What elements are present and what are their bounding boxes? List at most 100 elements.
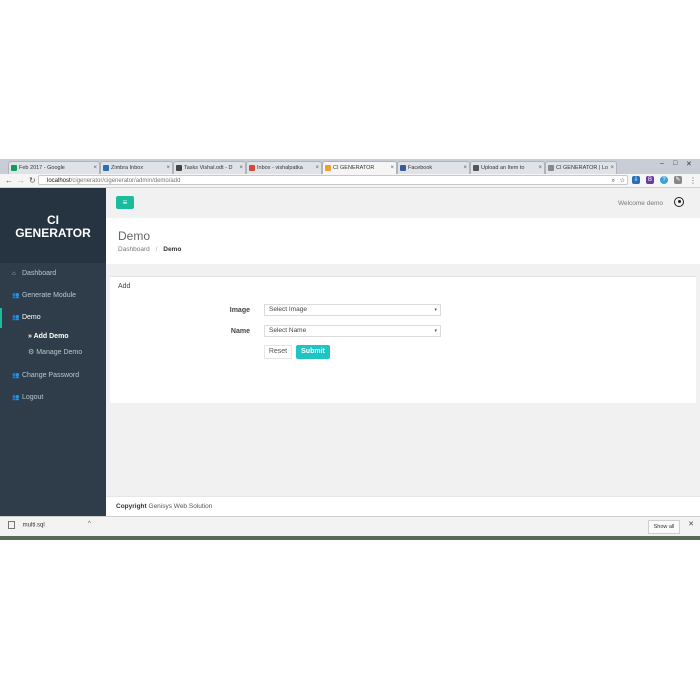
forward-arrow-icon[interactable]: → <box>17 175 25 186</box>
page-title: Demo <box>118 229 151 243</box>
download-filename: multi.sql <box>22 522 45 529</box>
image-select[interactable]: Select Image ▾ <box>264 304 441 316</box>
brand-line2: GENERATOR <box>15 226 91 240</box>
chevron-down-icon: ▾ <box>434 328 437 334</box>
hamburger-icon: ≡ <box>122 198 128 207</box>
tab-label: CI GENERATOR <box>333 165 375 171</box>
browser-tab-4[interactable]: Inbox - vishalpatka × <box>246 161 322 174</box>
sidebar-item-label: Dashboard <box>21 270 57 277</box>
browser-tab-7[interactable]: Upload an Item to × <box>470 161 545 174</box>
reload-icon[interactable]: ↻ <box>29 175 36 186</box>
name-label: Name <box>230 328 250 335</box>
close-icon[interactable]: × <box>390 162 394 174</box>
name-select-value: Select Name <box>269 327 307 334</box>
sidebar-subitem-add-demo[interactable]: » Add Demo <box>0 330 106 344</box>
zoom-icon[interactable]: ⌕ <box>612 176 615 186</box>
browser-tab-1[interactable]: Feb 2017 - Google × <box>8 161 100 174</box>
sidebar: CI GENERATOR ⌂ Dashboard 👥 Generate Modu… <box>0 188 106 516</box>
ext-help-icon[interactable]: ? <box>660 176 668 184</box>
show-all-button[interactable]: Show all <box>648 520 680 534</box>
facebook-icon <box>400 165 406 171</box>
browser-tab-bar: Feb 2017 - Google × Zimbra Inbox × Tasks… <box>0 159 700 174</box>
back-arrow-icon[interactable]: ← <box>5 175 13 186</box>
copyright-label: Copyright <box>116 503 147 510</box>
sidebar-item-demo[interactable]: 👥 Demo <box>0 308 106 328</box>
breadcrumb: Dashboard / Demo <box>118 246 181 253</box>
browser-tab-5-active[interactable]: CI GENERATOR × <box>322 161 397 174</box>
address-bar[interactable]: localhost/cigenerator/cigenerator/admin/… <box>38 175 628 185</box>
breadcrumb-current: Demo <box>163 246 182 253</box>
close-icon[interactable]: × <box>166 162 170 174</box>
breadcrumb-separator: / <box>155 246 158 253</box>
tab-label: CI GENERATOR | Lo <box>556 165 608 171</box>
sidebar-item-generate-module[interactable]: 👥 Generate Module <box>0 286 106 306</box>
sidebar-item-dashboard[interactable]: ⌂ Dashboard <box>0 264 106 284</box>
tab-label: Facebook <box>408 165 433 171</box>
sidebar-subitem-label: » Add Demo <box>28 333 69 340</box>
ci-generator-icon <box>325 165 331 171</box>
page-icon <box>548 165 554 171</box>
tab-label: Inbox - vishalpatka <box>257 165 303 171</box>
bookmark-star-icon[interactable]: ☆ <box>620 176 625 186</box>
upload-icon <box>473 165 479 171</box>
sidebar-item-label: Logout <box>21 394 44 401</box>
users-icon: 👥 <box>12 315 20 321</box>
name-select[interactable]: Select Name ▾ <box>264 325 441 337</box>
close-icon[interactable]: ✕ <box>688 520 694 528</box>
image-select-value: Select Image <box>269 306 307 313</box>
downloads-bar: multi.sql ^ Show all ✕ <box>0 516 700 537</box>
sidebar-item-label: Generate Module <box>21 292 77 299</box>
add-form-card: Add Image Select Image ▾ Name Select Nam… <box>110 276 696 403</box>
window-close-icon[interactable]: ✕ <box>686 160 692 168</box>
tab-label: Upload an Item to <box>481 165 525 171</box>
close-icon[interactable]: × <box>315 162 319 174</box>
image-label: Image <box>229 307 250 314</box>
home-icon: ⌂ <box>12 271 16 277</box>
chevron-up-icon[interactable]: ^ <box>88 521 91 527</box>
browser-tab-2[interactable]: Zimbra Inbox × <box>100 161 173 174</box>
close-icon[interactable]: × <box>239 162 243 174</box>
close-icon[interactable]: × <box>463 162 467 174</box>
gmail-icon <box>249 165 255 171</box>
menu-toggle-button[interactable]: ≡ <box>116 196 134 209</box>
brand-logo: CI GENERATOR <box>0 188 106 263</box>
browser-tab-8[interactable]: CI GENERATOR | Lo × <box>545 161 617 174</box>
breadcrumb-dashboard[interactable]: Dashboard <box>118 246 150 253</box>
browser-tab-6[interactable]: Facebook × <box>397 161 470 174</box>
sidebar-subitem-manage-demo[interactable]: ⚙ Manage Demo <box>0 346 106 360</box>
sheets-icon <box>11 165 17 171</box>
welcome-text: Welcome demo <box>617 200 663 207</box>
document-icon <box>176 165 182 171</box>
users-icon: 👥 <box>12 293 20 299</box>
page-footer: Copyright Genisys Web Solution <box>106 496 700 516</box>
download-item[interactable]: multi.sql <box>8 521 45 529</box>
card-title: Add <box>118 283 131 290</box>
submit-button[interactable]: Submit <box>296 345 330 359</box>
url-path: /cigenerator/cigenerator/admin/demo/add <box>70 178 181 184</box>
user-account-icon[interactable] <box>674 197 684 207</box>
sidebar-item-label: Change Password <box>21 372 80 379</box>
sidebar-item-label: Demo <box>21 314 41 321</box>
minimize-icon[interactable]: – <box>660 160 664 167</box>
sidebar-item-change-password[interactable]: 👥 Change Password <box>0 366 106 386</box>
tab-label: Tasks Vishal.odt - D <box>184 165 233 171</box>
close-icon[interactable]: × <box>93 162 97 174</box>
top-navbar: ≡ Welcome demo <box>106 188 700 218</box>
sidebar-item-logout[interactable]: 👥 Logout <box>0 388 106 408</box>
reset-button[interactable]: Reset <box>264 345 292 359</box>
download-ext-icon[interactable]: ⇩ <box>632 176 640 184</box>
eyedropper-icon[interactable]: ✎ <box>674 176 682 184</box>
users-icon: 👥 <box>12 373 20 379</box>
browser-toolbar: ← → ↻ localhost/cigenerator/cigenerator/… <box>0 174 700 188</box>
os-taskbar <box>0 536 700 540</box>
page-header: Demo Dashboard / Demo <box>106 218 700 264</box>
close-icon[interactable]: × <box>610 162 614 174</box>
ext-b-icon[interactable]: B <box>646 176 654 184</box>
close-icon[interactable]: × <box>538 162 542 174</box>
tab-label: Feb 2017 - Google <box>19 165 65 171</box>
maximize-icon[interactable]: □ <box>673 160 677 167</box>
chevron-down-icon: ▾ <box>434 307 437 313</box>
browser-tab-3[interactable]: Tasks Vishal.odt - D × <box>173 161 246 174</box>
url-host: localhost <box>47 178 71 184</box>
menu-dots-icon[interactable]: ⋮ <box>689 175 697 186</box>
